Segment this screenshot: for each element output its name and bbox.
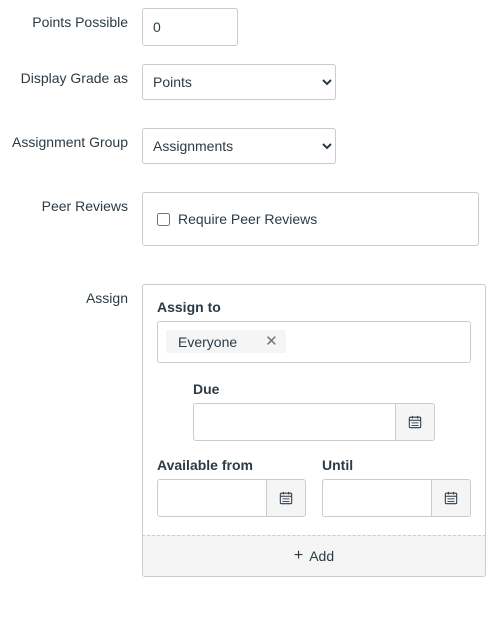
until-input[interactable] <box>322 479 431 517</box>
require-peer-reviews-row[interactable]: Require Peer Reviews <box>157 211 464 227</box>
plus-icon: + <box>294 548 303 564</box>
display-grade-label: Display Grade as <box>0 64 142 86</box>
assignment-group-select[interactable]: Assignments <box>142 128 336 164</box>
assign-label: Assign <box>0 284 142 306</box>
display-grade-select[interactable]: Points <box>142 64 336 100</box>
assignment-group-label: Assignment Group <box>0 128 142 150</box>
due-date-input[interactable] <box>193 403 395 441</box>
available-from-calendar-button[interactable] <box>266 479 306 517</box>
points-possible-input[interactable] <box>142 8 238 46</box>
due-date-calendar-button[interactable] <box>395 403 435 441</box>
assignee-token: Everyone ✕ <box>166 330 286 353</box>
assign-to-field[interactable]: Everyone ✕ <box>157 321 471 363</box>
peer-reviews-box: Require Peer Reviews <box>142 192 479 246</box>
assign-to-label: Assign to <box>157 299 471 315</box>
calendar-icon <box>444 491 458 505</box>
points-possible-label: Points Possible <box>0 8 142 30</box>
until-label: Until <box>322 457 471 473</box>
calendar-icon <box>408 415 422 429</box>
available-from-input[interactable] <box>157 479 266 517</box>
assignee-token-label: Everyone <box>178 335 237 349</box>
remove-assignee-icon[interactable]: ✕ <box>265 334 278 349</box>
add-label: Add <box>309 548 334 564</box>
available-from-label: Available from <box>157 457 306 473</box>
require-peer-reviews-checkbox[interactable] <box>157 213 170 226</box>
due-label: Due <box>193 381 435 397</box>
peer-reviews-label: Peer Reviews <box>0 192 142 214</box>
assign-box: Assign to Everyone ✕ Due <box>142 284 486 577</box>
calendar-icon <box>279 491 293 505</box>
add-assign-button[interactable]: + Add <box>142 535 486 577</box>
require-peer-reviews-label: Require Peer Reviews <box>178 211 317 227</box>
until-calendar-button[interactable] <box>431 479 471 517</box>
